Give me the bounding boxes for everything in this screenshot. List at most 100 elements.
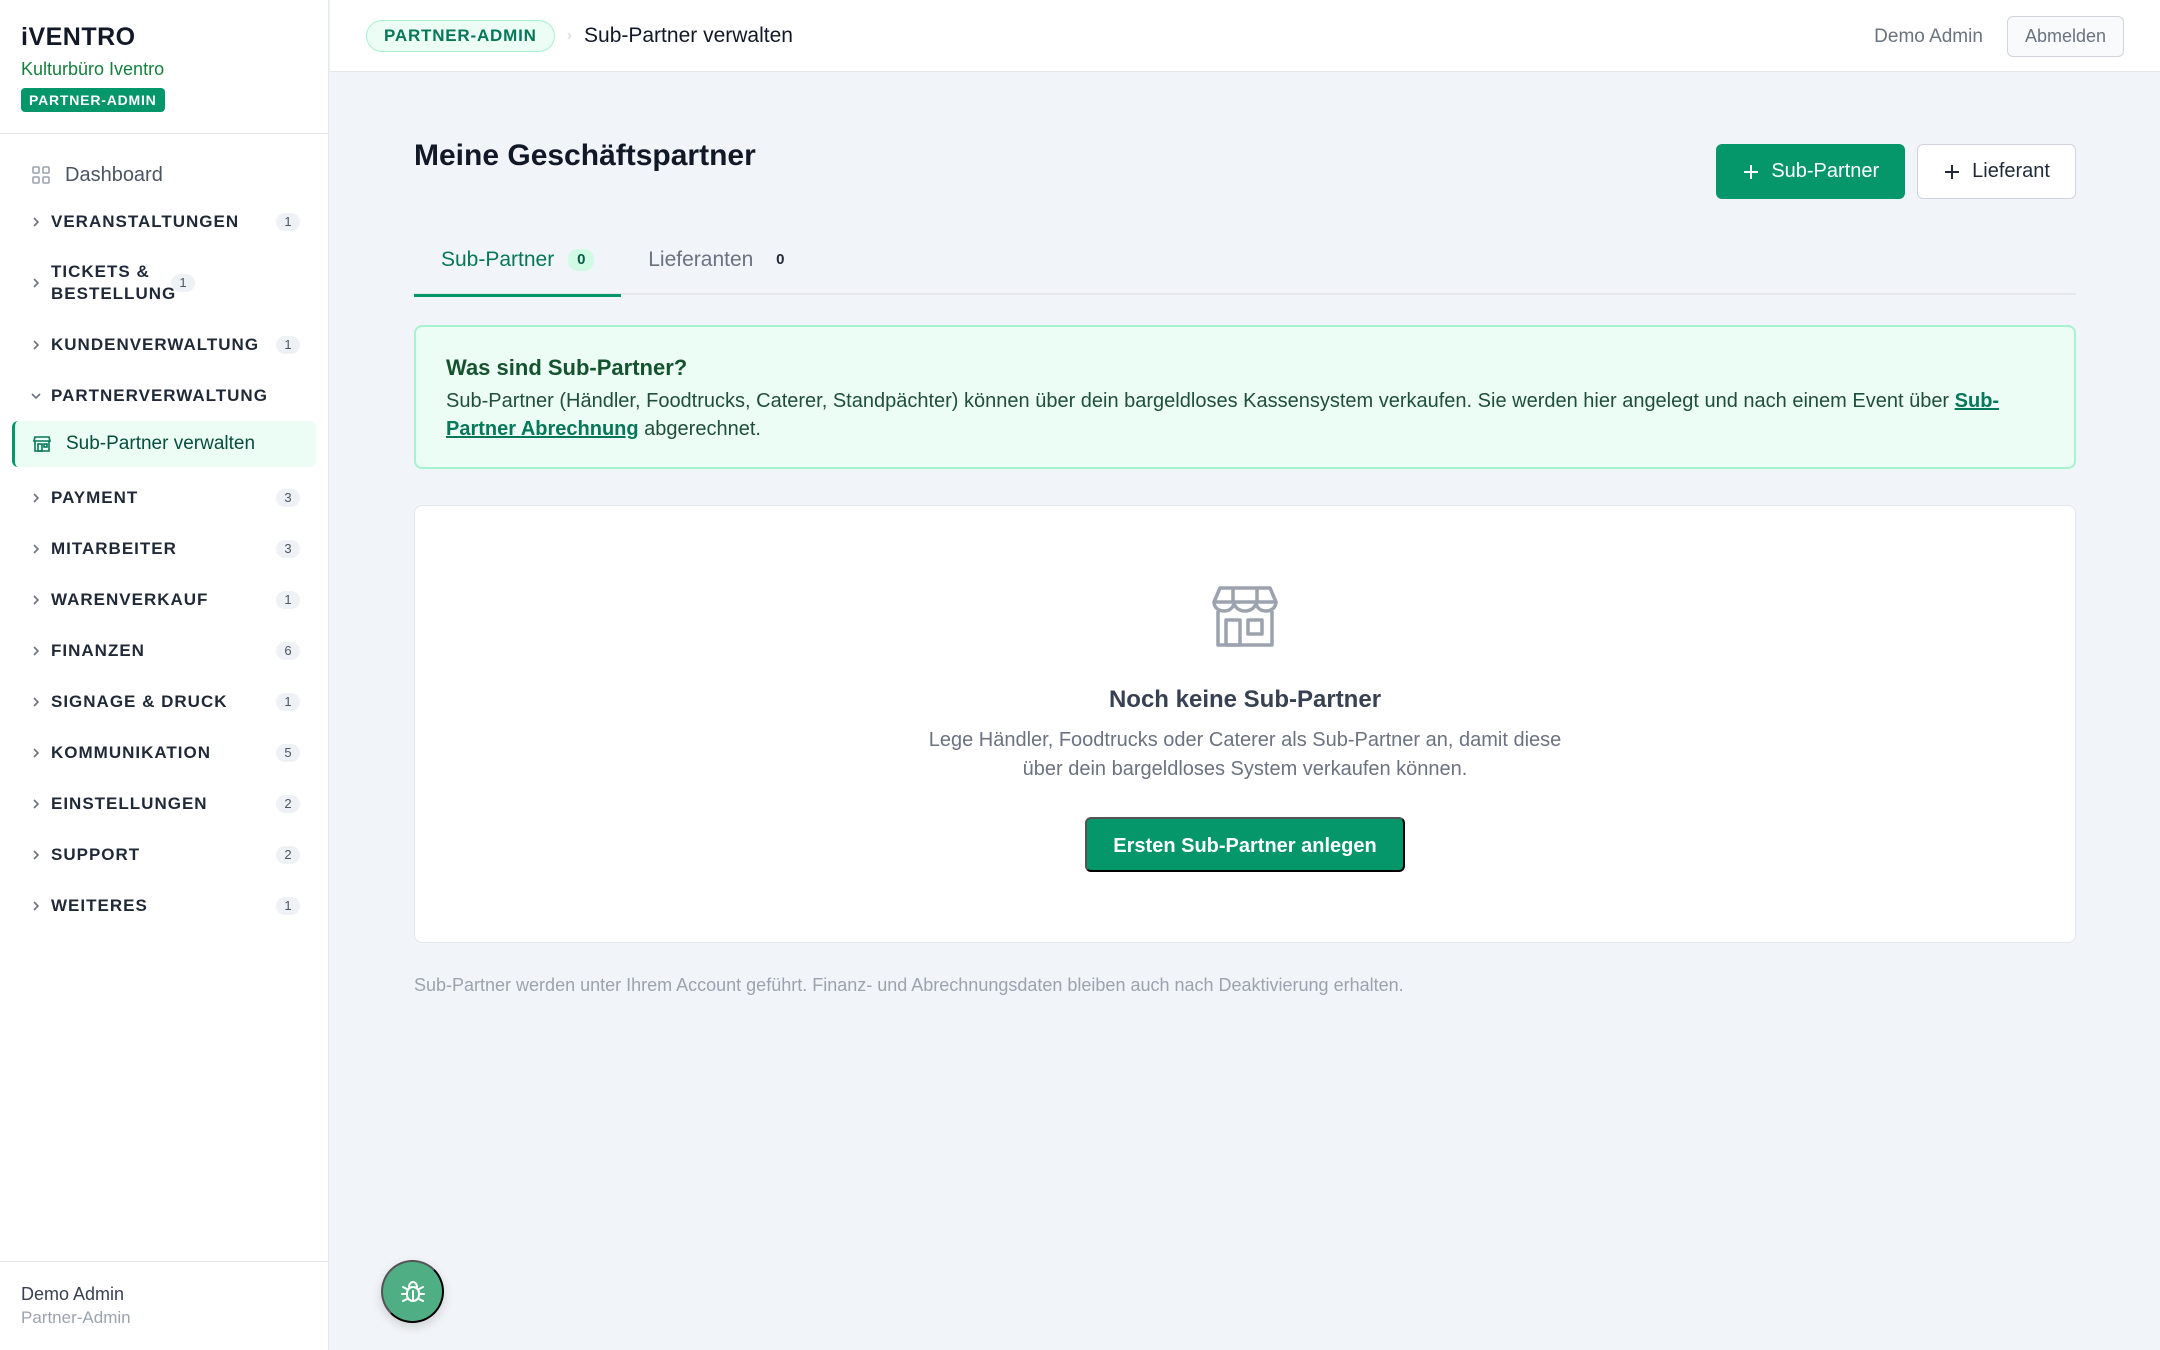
sidebar-group-count: 1: [276, 896, 300, 915]
main-content: Meine Geschäftspartner Sub-Partner Liefe…: [414, 72, 2076, 996]
sidebar-group-count: 1: [171, 274, 195, 292]
chevron-right-icon: [33, 645, 40, 656]
sidebar-group-mitarbeiter[interactable]: MITARBEITER 3: [0, 523, 328, 574]
store-icon: [32, 436, 52, 452]
button-label: Sub-Partner: [1771, 160, 1880, 182]
sidebar-group-support[interactable]: SUPPORT 2: [0, 829, 328, 880]
sidebar-group-label: PARTNERVERWALTUNG: [51, 385, 268, 405]
sidebar-group-count: 5: [276, 743, 300, 762]
chevron-right-icon: [33, 594, 40, 605]
chevron-right-icon: [33, 339, 40, 350]
topbar-user-area: Demo Admin Abmelden: [1874, 16, 2124, 57]
empty-state-title: Noch keine Sub-Partner: [1108, 686, 1382, 713]
empty-state-text: Lege Händler, Foodtrucks oder Caterer al…: [928, 729, 1562, 780]
role-badge: PARTNER-ADMIN: [21, 88, 165, 112]
chevron-right-icon: [33, 696, 40, 707]
sidebar-group-tickets[interactable]: TICKETS & BESTELLUNG 1: [0, 247, 328, 319]
logout-button[interactable]: Abmelden: [2006, 16, 2124, 57]
brand-logo[interactable]: iVENTRO: [21, 22, 307, 52]
chevron-right-icon: [33, 798, 40, 809]
chevron-right-icon: [33, 278, 40, 288]
sidebar-group-count: 1: [276, 692, 300, 711]
sidebar-nav: Dashboard VERANSTALTUNGEN 1 TICKETS & BE…: [0, 134, 328, 931]
grid-icon: [32, 166, 50, 184]
sidebar-group-count: 1: [276, 335, 300, 354]
chevron-down-icon: [31, 392, 41, 399]
sidebar-group-einstellungen[interactable]: EINSTELLUNGEN 2: [0, 778, 328, 829]
sidebar-group-finanzen[interactable]: FINANZEN 6: [0, 625, 328, 676]
info-text: Sub-Partner (Händler, Foodtrucks, Catere…: [446, 387, 2044, 443]
breadcrumb-separator: ›: [566, 26, 573, 44]
plus-icon: [1744, 164, 1759, 179]
sidebar-group-count: 3: [276, 488, 300, 507]
empty-state: Noch keine Sub-Partner Lege Händler, Foo…: [414, 505, 2076, 943]
info-title: Was sind Sub-Partner?: [446, 355, 688, 380]
sidebar-group-signage-druck[interactable]: SIGNAGE & DRUCK 1: [0, 676, 328, 727]
plus-icon: [1945, 164, 1960, 179]
top-bar: PARTNER-ADMIN › Sub-Partner verwalten De…: [330, 0, 2160, 72]
info-callout: Was sind Sub-Partner? Sub-Partner (Händl…: [414, 325, 2076, 469]
sidebar-user-footer: Demo Admin Partner-Admin: [0, 1261, 328, 1350]
sidebar-group-label: TICKETS & BESTELLUNG: [51, 262, 177, 303]
chevron-right-icon: [33, 543, 40, 554]
add-supplier-button[interactable]: Lieferant: [1917, 144, 2076, 199]
sidebar-group-count: 2: [276, 794, 300, 813]
tab-label: Sub-Partner: [441, 247, 555, 271]
chevron-right-icon: [33, 216, 40, 227]
chevron-right-icon: [33, 849, 40, 860]
sidebar-group-count: 2: [276, 845, 300, 864]
brand-block: iVENTRO Kulturbüro Iventro PARTNER-ADMIN: [0, 0, 328, 134]
sidebar-group-label: VERANSTALTUNGEN: [51, 211, 240, 231]
button-label: Lieferant: [1972, 160, 2050, 182]
tab-label: Lieferanten: [648, 247, 754, 271]
sidebar-item-sub-partner-verwalten[interactable]: Sub-Partner verwalten: [12, 421, 316, 467]
user-name: Demo Admin: [21, 1284, 125, 1304]
role-pill: PARTNER-ADMIN: [366, 19, 555, 52]
chevron-right-icon: [33, 747, 40, 758]
sidebar-group-count: 3: [276, 539, 300, 558]
partner-tabs: Sub-Partner 0 Lieferanten 0: [414, 224, 2076, 297]
bug-report-button[interactable]: [381, 1260, 444, 1323]
sidebar-item-label: Dashboard: [65, 163, 163, 186]
footer-note: Sub-Partner werden unter Ihrem Account g…: [414, 975, 1404, 995]
tab-count: 0: [568, 248, 595, 271]
sidebar-group-payment[interactable]: PAYMENT 3: [0, 472, 328, 523]
sidebar-group-count: 1: [276, 212, 300, 231]
sidebar-group-label: KOMMUNIKATION: [51, 742, 211, 762]
sidebar-group-label: FINANZEN: [51, 640, 145, 660]
sidebar-group-weiteres[interactable]: WEITERES 1: [0, 880, 328, 931]
sidebar-group-label: WARENVERKAUF: [51, 589, 209, 609]
sidebar-group-label: SUPPORT: [51, 844, 141, 864]
tab-sub-partner[interactable]: Sub-Partner 0: [414, 224, 622, 297]
sidebar-group-label: KUNDENVERWALTUNG: [51, 334, 260, 354]
breadcrumb-current: Sub-Partner verwalten: [584, 23, 793, 47]
bug-icon: [400, 1280, 425, 1302]
sidebar-item-dashboard[interactable]: Dashboard: [0, 154, 328, 196]
sidebar-group-label: PAYMENT: [51, 487, 139, 507]
sidebar-group-count: 1: [276, 590, 300, 609]
sidebar-group-label: WEITERES: [51, 895, 148, 915]
sidebar-item-label: Sub-Partner verwalten: [66, 433, 256, 454]
info-text-after: abgerechnet.: [638, 418, 761, 440]
user-role: Partner-Admin: [21, 1308, 131, 1327]
sidebar-group-count: 6: [276, 641, 300, 660]
tab-count: 0: [776, 250, 785, 268]
chevron-right-icon: [33, 492, 40, 503]
create-first-sub-partner-button[interactable]: Ersten Sub-Partner anlegen: [1085, 817, 1405, 872]
sidebar-group-veranstaltungen[interactable]: VERANSTALTUNGEN 1: [0, 196, 328, 247]
page-title: Meine Geschäftspartner: [414, 139, 756, 172]
sidebar-group-warenverkauf[interactable]: WARENVERKAUF 1: [0, 574, 328, 625]
add-sub-partner-button[interactable]: Sub-Partner: [1716, 144, 1906, 199]
sidebar-group-partnerverwaltung[interactable]: PARTNERVERWALTUNG: [0, 370, 328, 421]
sidebar-group-kommunikation[interactable]: KOMMUNIKATION 5: [0, 727, 328, 778]
header-actions: Sub-Partner Lieferant: [1716, 144, 2076, 199]
organization-name: Kulturbüro Iventro: [21, 59, 165, 79]
sidebar-group-kundenverwaltung[interactable]: KUNDENVERWALTUNG 1: [0, 319, 328, 370]
info-text-before: Sub-Partner (Händler, Foodtrucks, Catere…: [446, 390, 1955, 412]
sidebar-group-label: SIGNAGE & DRUCK: [51, 691, 228, 711]
sidebar-group-label: MITARBEITER: [51, 538, 177, 558]
sidebar: iVENTRO Kulturbüro Iventro PARTNER-ADMIN…: [0, 0, 329, 1350]
sidebar-group-label: EINSTELLUNGEN: [51, 793, 208, 813]
tab-lieferanten[interactable]: Lieferanten 0: [621, 224, 820, 295]
current-user-name: Demo Admin: [1874, 25, 1983, 47]
